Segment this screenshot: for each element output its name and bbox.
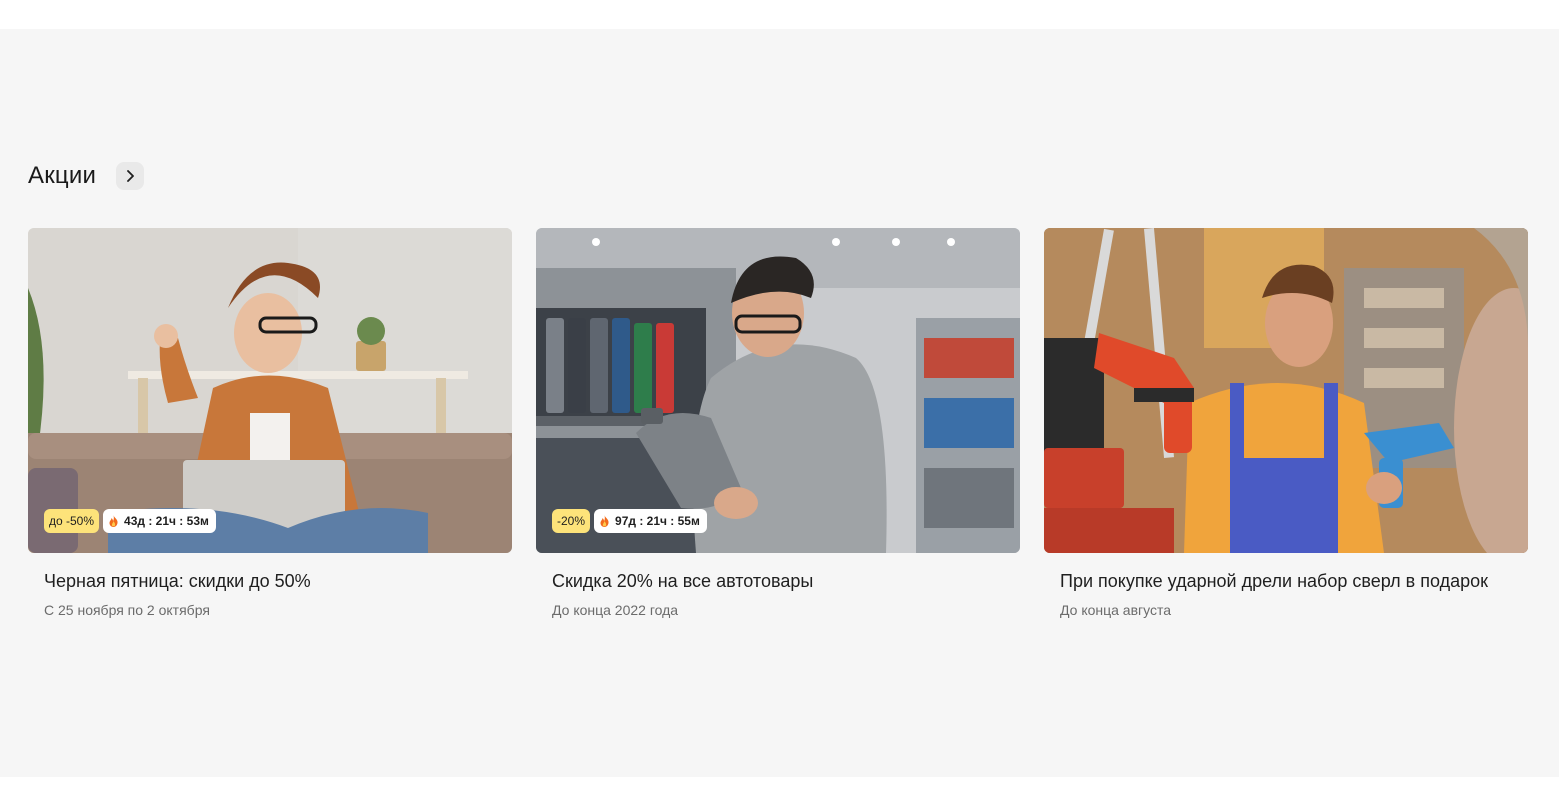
- promo-title[interactable]: Скидка 20% на все автотовары: [552, 569, 1004, 594]
- discount-badge: -20%: [552, 509, 591, 533]
- promo-image-woman-laptop[interactable]: до -50% 43д : 21ч : 53м: [28, 228, 512, 553]
- promo-card-black-friday[interactable]: до -50% 43д : 21ч : 53м Черная пятница: …: [28, 228, 512, 619]
- promo-image-man-drills[interactable]: [1044, 228, 1528, 553]
- section-header: Акции: [28, 160, 145, 192]
- promo-period: До конца августа: [1060, 602, 1172, 618]
- promo-badges: до -50% 43д : 21ч : 53м: [44, 509, 216, 533]
- promo-image-man-oil[interactable]: -20% 97д : 21ч : 55м: [536, 228, 1020, 553]
- promo-badges: -20% 97д : 21ч : 55м: [552, 509, 707, 533]
- see-all-promotions-button[interactable]: [116, 162, 145, 190]
- promo-period: До конца 2022 года: [552, 602, 679, 618]
- countdown-text: 97д : 21ч : 55м: [615, 514, 700, 528]
- section-title: Акции: [28, 162, 97, 189]
- discount-badge: до -50%: [44, 509, 100, 533]
- promo-title[interactable]: Черная пятница: скидки до 50%: [44, 569, 496, 594]
- fire-icon: [109, 515, 118, 527]
- promo-title[interactable]: При покупке ударной дрели набор сверл в …: [1060, 569, 1512, 594]
- fire-icon: [600, 515, 609, 527]
- promo-card-drill[interactable]: При покупке ударной дрели набор сверл в …: [1044, 228, 1528, 619]
- countdown-timer: 97д : 21ч : 55м: [594, 509, 707, 533]
- countdown-text: 43д : 21ч : 53м: [124, 514, 209, 528]
- countdown-timer: 43д : 21ч : 53м: [103, 509, 216, 533]
- promo-period: С 25 ноября по 2 октября: [44, 602, 210, 618]
- promo-card-auto[interactable]: -20% 97д : 21ч : 55м Скидка 20% на все а…: [536, 228, 1020, 619]
- chevron-right-icon: [127, 170, 134, 182]
